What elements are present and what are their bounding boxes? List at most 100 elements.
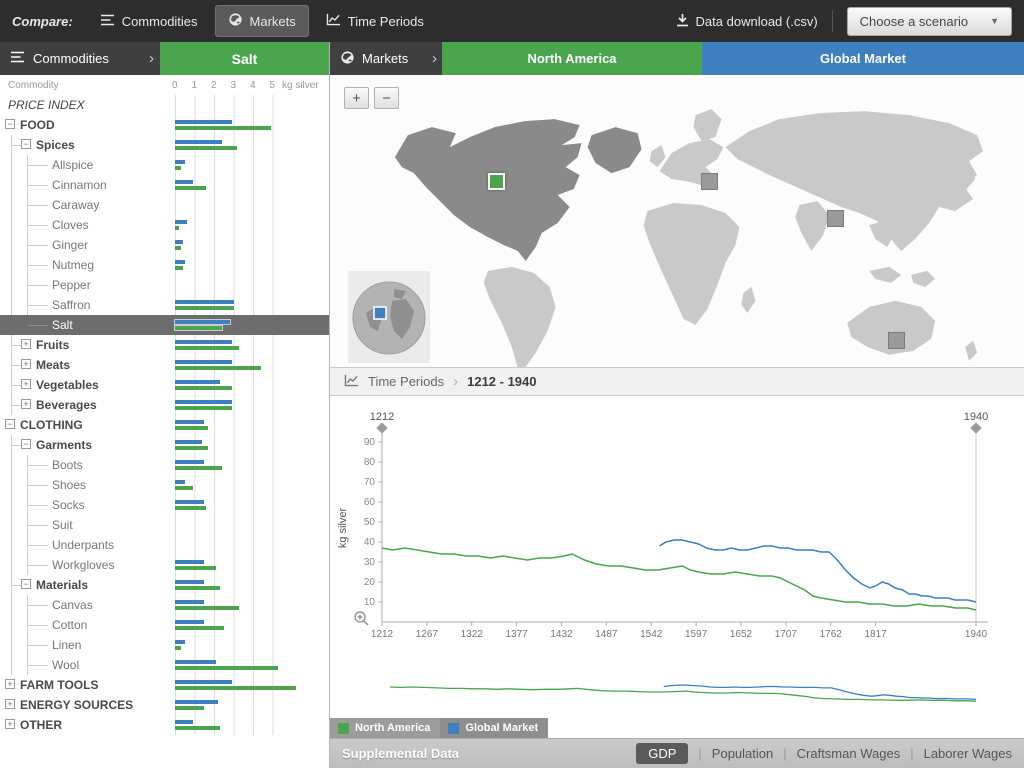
map-marker-asia[interactable]: [827, 210, 844, 227]
tree-row-meats[interactable]: +Meats: [0, 355, 329, 375]
selected-commodity-header[interactable]: Salt: [160, 42, 329, 75]
markets-breadcrumb[interactable]: Markets ›: [330, 42, 442, 75]
zoom-chart-icon[interactable]: [355, 612, 368, 625]
chevron-right-icon: ›: [453, 373, 458, 390]
map-marker-north-america[interactable]: [488, 173, 505, 190]
expand-icon[interactable]: +: [21, 339, 31, 349]
tree-row-suit[interactable]: Suit: [0, 515, 329, 535]
supplemental-link-gdp[interactable]: GDP: [636, 743, 688, 764]
price-history-chart: 1020304050607080901212126713221377143214…: [330, 398, 1023, 648]
series-global-market: [659, 540, 976, 602]
collapse-icon[interactable]: −: [21, 439, 31, 449]
expand-icon[interactable]: +: [21, 379, 31, 389]
legend-global-market[interactable]: Global Market: [440, 718, 548, 738]
collapse-icon[interactable]: −: [5, 119, 15, 129]
tree-row-shoes[interactable]: Shoes: [0, 475, 329, 495]
chart-text: 90: [364, 437, 376, 448]
map-marker-europe[interactable]: [701, 173, 718, 190]
globe-inset-minimap[interactable]: [348, 271, 430, 363]
commodities-breadcrumb[interactable]: Commodities ›: [0, 42, 160, 75]
supplemental-link-population[interactable]: Population: [712, 746, 773, 761]
price-bars: [175, 560, 216, 570]
tree-row-cloves[interactable]: Cloves: [0, 215, 329, 235]
global-market-bar: [175, 580, 204, 584]
tree-row-ginger[interactable]: Ginger: [0, 235, 329, 255]
tree-row-food[interactable]: −FOOD: [0, 115, 329, 135]
supplemental-link-laborer-wages[interactable]: Laborer Wages: [924, 746, 1012, 761]
map-marker-australia[interactable]: [888, 332, 905, 349]
global-market-bar: [175, 360, 232, 364]
chart-text: 10: [364, 597, 376, 608]
tree-row-workgloves[interactable]: Workgloves: [0, 555, 329, 575]
tree-row-wool[interactable]: Wool: [0, 655, 329, 675]
north-america-bar: [175, 486, 193, 490]
chart-text: 1940: [964, 411, 988, 423]
tree-row-socks[interactable]: Socks: [0, 495, 329, 515]
tree-row-garments[interactable]: −Garments: [0, 435, 329, 455]
collapse-icon[interactable]: −: [21, 139, 31, 149]
separator: |: [783, 746, 786, 761]
tree-row-fruits[interactable]: +Fruits: [0, 335, 329, 355]
tree-row-canvas[interactable]: Canvas: [0, 595, 329, 615]
tree-row-cinnamon[interactable]: Cinnamon: [0, 175, 329, 195]
tree-row-farm-tools[interactable]: + FARM TOOLS: [0, 675, 329, 695]
price-bars: [175, 440, 208, 450]
tree-row-materials[interactable]: −Materials: [0, 575, 329, 595]
expand-icon[interactable]: +: [21, 359, 31, 369]
tree-row-salt[interactable]: Salt: [0, 315, 329, 335]
supplemental-link-craftsman-wages[interactable]: Craftsman Wages: [797, 746, 901, 761]
north-america-bar: [175, 566, 216, 570]
expand-icon[interactable]: +: [5, 679, 15, 689]
tree-row-vegetables[interactable]: +Vegetables: [0, 375, 329, 395]
collapse-icon[interactable]: −: [5, 419, 15, 429]
zoom-out-button[interactable]: −: [374, 87, 399, 109]
tree-row-pepper[interactable]: Pepper: [0, 275, 329, 295]
north-america-bar: [175, 386, 232, 390]
legend-north-america[interactable]: North America: [330, 718, 440, 738]
tree-row-clothing[interactable]: −CLOTHING: [0, 415, 329, 435]
tree-row-allspice[interactable]: Allspice: [0, 155, 329, 175]
nav-time-periods[interactable]: Time Periods: [313, 13, 437, 29]
expand-icon[interactable]: +: [5, 699, 15, 709]
tree-row-caraway[interactable]: Caraway: [0, 195, 329, 215]
commodity-label: FARM TOOLS: [20, 675, 98, 695]
tree-row-boots[interactable]: Boots: [0, 455, 329, 475]
tab-north-america[interactable]: North America: [442, 42, 702, 75]
tree-row-linen[interactable]: Linen: [0, 635, 329, 655]
range-handle-start[interactable]: [376, 422, 387, 433]
chart-text: 40: [364, 537, 376, 548]
inset-map-marker[interactable]: [374, 307, 386, 319]
time-periods-title[interactable]: Time Periods: [368, 374, 444, 389]
commodity-label: Caraway: [52, 195, 99, 215]
tree-row-spices[interactable]: −Spices: [0, 135, 329, 155]
range-handle-end[interactable]: [970, 422, 981, 433]
north-america-bar: [175, 466, 222, 470]
scenario-select[interactable]: Choose a scenario ▼: [847, 7, 1012, 36]
commodity-label: Ginger: [52, 235, 88, 255]
chart-text: 1707: [775, 629, 798, 640]
collapse-icon[interactable]: −: [21, 579, 31, 589]
zoom-in-button[interactable]: +: [344, 87, 369, 109]
nav-markets[interactable]: Markets: [215, 5, 309, 37]
tree-row-nutmeg[interactable]: Nutmeg: [0, 255, 329, 275]
tree-row-underpants[interactable]: Underpants: [0, 535, 329, 555]
price-bars: [175, 460, 222, 470]
expand-icon[interactable]: +: [5, 719, 15, 729]
nav-commodities[interactable]: Commodities: [87, 14, 211, 29]
price-bars: [175, 160, 185, 170]
tree-row-cotton[interactable]: Cotton: [0, 615, 329, 635]
chart-text: 1377: [506, 629, 529, 640]
data-download-button[interactable]: Data download (.csv): [676, 13, 818, 30]
expand-icon[interactable]: +: [21, 399, 31, 409]
tab-global-market[interactable]: Global Market: [702, 42, 1024, 75]
north-america-bar: [175, 686, 296, 690]
tree-row-beverages[interactable]: +Beverages: [0, 395, 329, 415]
tree-row-saffron[interactable]: Saffron: [0, 295, 329, 315]
tree-row-other[interactable]: +OTHER: [0, 715, 329, 735]
tree-row-price-index[interactable]: PRICE INDEX: [0, 95, 329, 115]
north-america-bar: [175, 146, 237, 150]
commodity-label: CLOTHING: [20, 415, 83, 435]
tree-row-energy-sources[interactable]: +ENERGY SOURCES: [0, 695, 329, 715]
nav-commodities-label: Commodities: [122, 14, 198, 29]
download-icon: [676, 13, 689, 30]
